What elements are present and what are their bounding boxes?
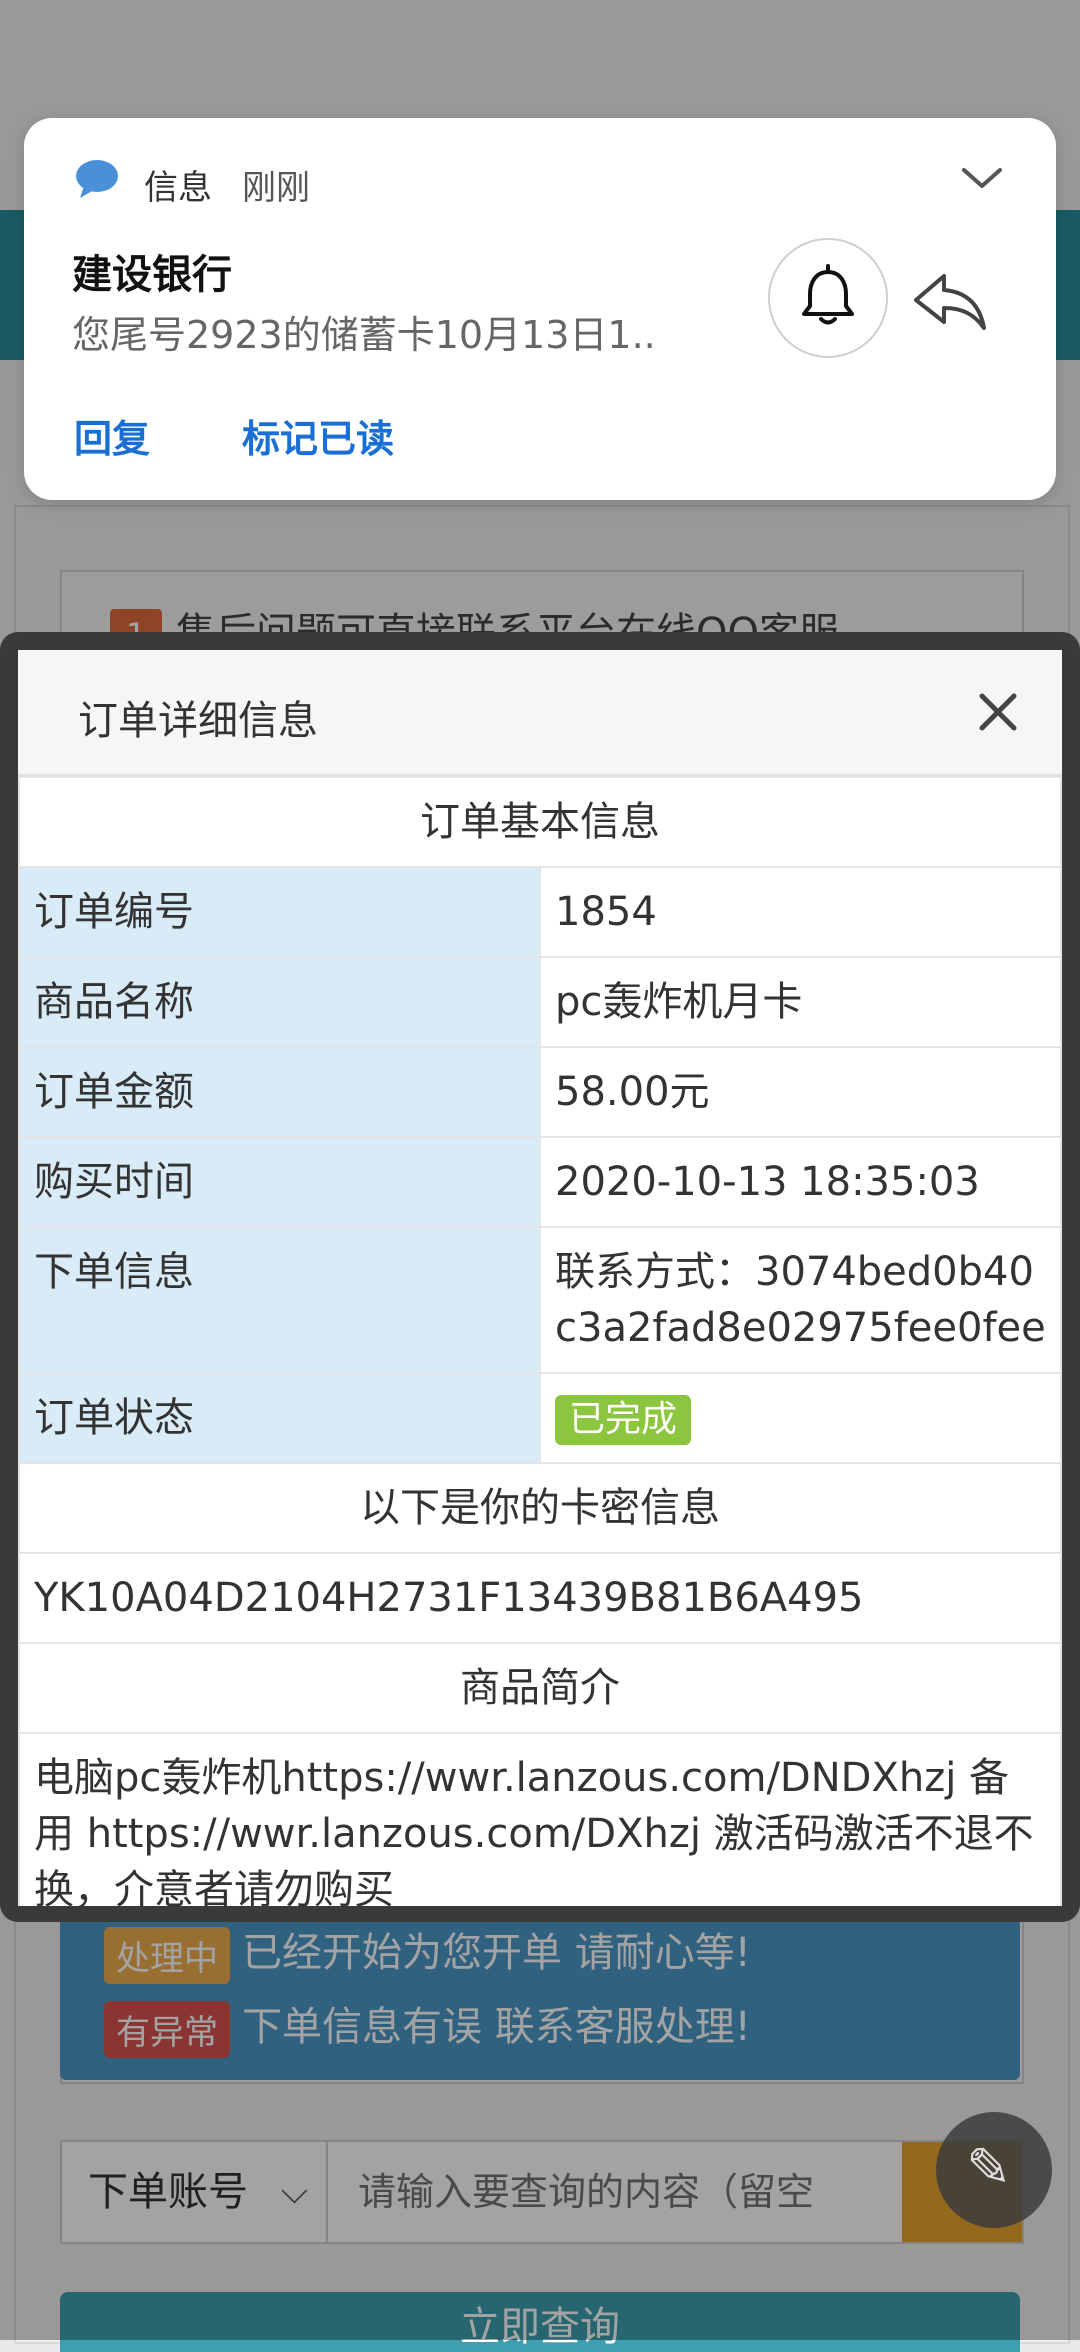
order-number-value: 1854 (539, 866, 1062, 958)
row-label: 订单编号 (18, 866, 541, 958)
order-amount-value: 58.00元 (539, 1046, 1062, 1138)
product-name-value: pc轰炸机月卡 (539, 956, 1062, 1048)
notification-app-name: 信息 (144, 168, 212, 208)
table-row: 商品简介 (18, 1642, 1062, 1734)
floating-assistant-button[interactable]: ✎ (936, 2112, 1052, 2228)
section-card-info: 以下是你的卡密信息 (18, 1462, 1062, 1554)
message-notification[interactable]: 信息 刚刚 建设银行 您尾号2923的储蓄卡10月13日1.. 回复 标记已读 (24, 118, 1056, 500)
table-row: 电脑pc轰炸机https://wwr.lanzous.com/DNDXhzj 备… (18, 1732, 1062, 1906)
floating-ball-icon: ✎ (966, 2136, 1012, 2199)
card-key-value[interactable]: YK10A04D2104H2731F13439B81B6A495 (18, 1552, 1062, 1644)
bell-button[interactable] (768, 238, 888, 358)
table-row: 购买时间 2020-10-13 18:35:03 (18, 1136, 1062, 1228)
modal-header: 订单详细信息 (18, 650, 1062, 776)
product-intro-text[interactable]: 电脑pc轰炸机https://wwr.lanzous.com/DNDXhzj 备… (18, 1732, 1062, 1906)
row-label: 购买时间 (18, 1136, 541, 1228)
order-detail-modal: 订单详细信息 订单基本信息 订单编号 1854 商品名称 pc轰炸机月卡 订单金… (18, 650, 1062, 1906)
row-label: 商品名称 (18, 956, 541, 1048)
section-product-intro: 商品简介 (18, 1642, 1062, 1734)
purchase-time-value: 2020-10-13 18:35:03 (539, 1136, 1062, 1228)
table-row: 以下是你的卡密信息 (18, 1462, 1062, 1554)
table-row: YK10A04D2104H2731F13439B81B6A495 (18, 1552, 1062, 1644)
table-row: 订单金额 58.00元 (18, 1046, 1062, 1138)
reply-action-button[interactable]: 回复 (74, 408, 150, 463)
bell-icon (802, 264, 854, 325)
row-label: 下单信息 (18, 1226, 541, 1374)
table-row: 订单编号 1854 (18, 866, 1062, 958)
chevron-down-icon[interactable] (952, 148, 1012, 208)
table-row: 订单基本信息 (18, 776, 1062, 868)
section-basic-info: 订单基本信息 (18, 776, 1062, 868)
table-row: 下单信息 联系方式：3074bed0b40c3a2fad8e02975fee0f… (18, 1226, 1062, 1374)
message-bubble-icon (76, 160, 118, 198)
close-icon[interactable] (968, 682, 1028, 742)
mark-read-action-button[interactable]: 标记已读 (242, 408, 394, 463)
row-label: 订单金额 (18, 1046, 541, 1138)
notification-time: 刚刚 (242, 168, 310, 208)
row-label: 订单状态 (18, 1372, 541, 1464)
table-row: 订单状态 已完成 (18, 1372, 1062, 1464)
order-info-value: 联系方式：3074bed0b40c3a2fad8e02975fee0fee (539, 1226, 1062, 1374)
modal-title: 订单详细信息 (78, 698, 318, 744)
order-info-table: 订单基本信息 订单编号 1854 商品名称 pc轰炸机月卡 订单金额 58.00… (18, 776, 1062, 1906)
reply-arrow-icon[interactable] (910, 264, 990, 336)
notification-body: 您尾号2923的储蓄卡10月13日1.. (72, 313, 656, 357)
order-status-cell: 已完成 (539, 1372, 1062, 1464)
table-row: 商品名称 pc轰炸机月卡 (18, 956, 1062, 1048)
status-badge: 已完成 (555, 1395, 692, 1445)
notification-title: 建设银行 (72, 252, 232, 298)
